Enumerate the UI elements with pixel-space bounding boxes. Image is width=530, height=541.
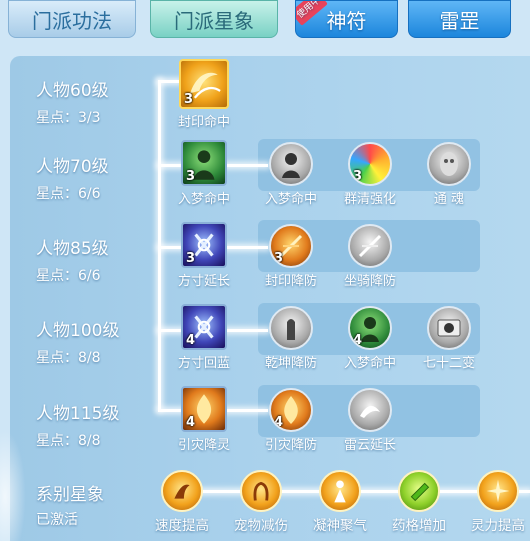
fire-sword-icon: 3 bbox=[269, 224, 313, 268]
node-level: 3 bbox=[186, 169, 196, 184]
node-label: 封印降防 bbox=[264, 274, 317, 289]
purple-rune-icon: 4 bbox=[181, 304, 227, 350]
pet-shield-icon bbox=[240, 470, 282, 512]
row-level-100: 人物100级 星点：8/8 bbox=[36, 316, 119, 367]
node-level: 4 bbox=[353, 333, 363, 348]
node-level: 4 bbox=[186, 415, 196, 430]
row-level-115: 人物115级 星点：8/8 bbox=[36, 399, 119, 450]
node-label: 封印命中 bbox=[177, 115, 230, 130]
series-section: 系别星象 已激活 bbox=[36, 480, 104, 529]
star-node-dream-hit-2[interactable]: 入梦命中 bbox=[256, 142, 326, 207]
node-label: 宠物减伤 bbox=[234, 518, 288, 534]
gold-swirl-icon: 3 bbox=[179, 59, 229, 109]
series-node-focus[interactable]: 凝神聚气 bbox=[301, 470, 379, 534]
star-node-dream-hit[interactable]: 3 入梦命中 bbox=[169, 140, 239, 207]
node-label: 群清强化 bbox=[343, 192, 396, 207]
orange-flame-icon: 4 bbox=[181, 386, 227, 432]
row-stars: 星点：8/8 bbox=[36, 433, 101, 449]
star-node-soul[interactable]: 通 魂 bbox=[414, 142, 484, 207]
tab-thunder[interactable]: 雷罡 bbox=[408, 0, 511, 38]
tab-talisman[interactable]: 使用中 神符 bbox=[295, 0, 398, 38]
node-level: 4 bbox=[274, 415, 284, 430]
row-stars: 星点：8/8 bbox=[36, 350, 101, 366]
node-label: 入梦命中 bbox=[264, 192, 317, 207]
row-title: 人物100级 bbox=[36, 321, 120, 341]
star-node-seal-hit[interactable]: 3 封印命中 bbox=[169, 59, 239, 130]
node-label: 凝神聚气 bbox=[313, 518, 367, 534]
green-figure-icon: 4 bbox=[348, 306, 392, 350]
tab-sect-stars[interactable]: 门派星象 bbox=[150, 0, 278, 38]
grey-sword-icon bbox=[348, 224, 392, 268]
star-node-mount-defdown[interactable]: 坐骑降防 bbox=[335, 224, 405, 289]
decoration bbox=[0, 430, 26, 541]
node-label: 七十二变 bbox=[422, 356, 475, 371]
tab-label: 雷罡 bbox=[439, 8, 480, 33]
row-level-60: 人物60级 星点：3/3 bbox=[36, 76, 109, 127]
node-label: 乾坤降防 bbox=[264, 356, 317, 371]
node-label: 方寸延长 bbox=[177, 274, 230, 289]
star-node-qiankun-defdown[interactable]: 乾坤降防 bbox=[256, 306, 326, 371]
node-label: 通 魂 bbox=[433, 192, 465, 207]
star-node-seal-defdown[interactable]: 3 封印降防 bbox=[256, 224, 326, 289]
row-level-70: 人物70级 星点：6/6 bbox=[36, 152, 109, 203]
node-label: 速度提高 bbox=[155, 518, 209, 534]
series-node-pet-dmg-reduce[interactable]: 宠物减伤 bbox=[222, 470, 300, 534]
node-level: 3 bbox=[353, 169, 363, 184]
series-node-speed[interactable]: 速度提高 bbox=[143, 470, 221, 534]
node-label: 坐骑降防 bbox=[343, 274, 396, 289]
spirit-icon bbox=[477, 470, 519, 512]
series-node-medicine[interactable]: 药格增加 bbox=[380, 470, 458, 534]
star-node-fangcun-mana[interactable]: 4 方寸回蓝 bbox=[169, 304, 239, 371]
tree-trunk-line bbox=[158, 80, 161, 410]
tab-label: 门派功法 bbox=[32, 8, 112, 33]
row-title: 人物115级 bbox=[36, 404, 120, 424]
star-node-group-clear[interactable]: 3 群清强化 bbox=[335, 142, 405, 207]
row-stars: 星点：6/6 bbox=[36, 186, 101, 202]
node-label: 引灾降防 bbox=[264, 438, 317, 453]
in-use-badge: 使用中 bbox=[296, 1, 328, 26]
row-title: 人物60级 bbox=[36, 81, 109, 101]
rainbow-orb-icon: 3 bbox=[348, 142, 392, 186]
tab-label: 神符 bbox=[326, 8, 367, 33]
grey-hand-icon bbox=[269, 306, 313, 350]
speed-icon bbox=[161, 470, 203, 512]
star-node-disaster-defdown[interactable]: 4 引灾降防 bbox=[256, 388, 326, 453]
tab-sect-skills[interactable]: 门派功法 bbox=[8, 0, 136, 38]
focus-icon bbox=[319, 470, 361, 512]
star-node-72-changes[interactable]: 七十二变 bbox=[414, 306, 484, 371]
node-label: 灵力提高 bbox=[471, 518, 525, 534]
grey-figure-icon bbox=[269, 142, 313, 186]
node-label: 引灾降灵 bbox=[177, 438, 230, 453]
series-title: 系别星象 bbox=[36, 485, 104, 505]
row-stars: 星点：3/3 bbox=[36, 110, 101, 126]
row-level-85: 人物85级 星点：6/6 bbox=[36, 234, 109, 285]
star-node-thundercloud-extend[interactable]: 雷云延长 bbox=[335, 388, 405, 453]
green-figure-icon: 3 bbox=[181, 140, 227, 186]
row-title: 人物85级 bbox=[36, 239, 109, 259]
star-node-fangcun-extend[interactable]: 3 方寸延长 bbox=[169, 222, 239, 289]
node-label: 入梦命中 bbox=[343, 356, 396, 371]
node-level: 4 bbox=[186, 333, 196, 348]
star-node-dream-hit-3[interactable]: 4 入梦命中 bbox=[335, 306, 405, 371]
grey-cloud-icon bbox=[348, 388, 392, 432]
medicine-icon bbox=[398, 470, 440, 512]
node-label: 入梦命中 bbox=[177, 192, 230, 207]
node-level: 3 bbox=[184, 92, 194, 107]
grey-soul-icon bbox=[427, 142, 471, 186]
row-title: 人物70级 bbox=[36, 157, 109, 177]
node-level: 3 bbox=[274, 251, 284, 266]
row-stars: 星点：6/6 bbox=[36, 268, 101, 284]
node-label: 方寸回蓝 bbox=[177, 356, 230, 371]
tab-label: 门派星象 bbox=[174, 8, 254, 33]
node-label: 药格增加 bbox=[392, 518, 446, 534]
star-node-disaster-spirit[interactable]: 4 引灾降灵 bbox=[169, 386, 239, 453]
series-node-spirit[interactable]: 灵力提高 bbox=[459, 470, 530, 534]
purple-rune-icon: 3 bbox=[181, 222, 227, 268]
series-status: 已激活 bbox=[36, 512, 78, 528]
node-level: 3 bbox=[186, 251, 196, 266]
grey-taiji-icon bbox=[427, 306, 471, 350]
node-label: 雷云延长 bbox=[343, 438, 396, 453]
orange-flame-icon: 4 bbox=[269, 388, 313, 432]
star-panel bbox=[10, 56, 530, 541]
